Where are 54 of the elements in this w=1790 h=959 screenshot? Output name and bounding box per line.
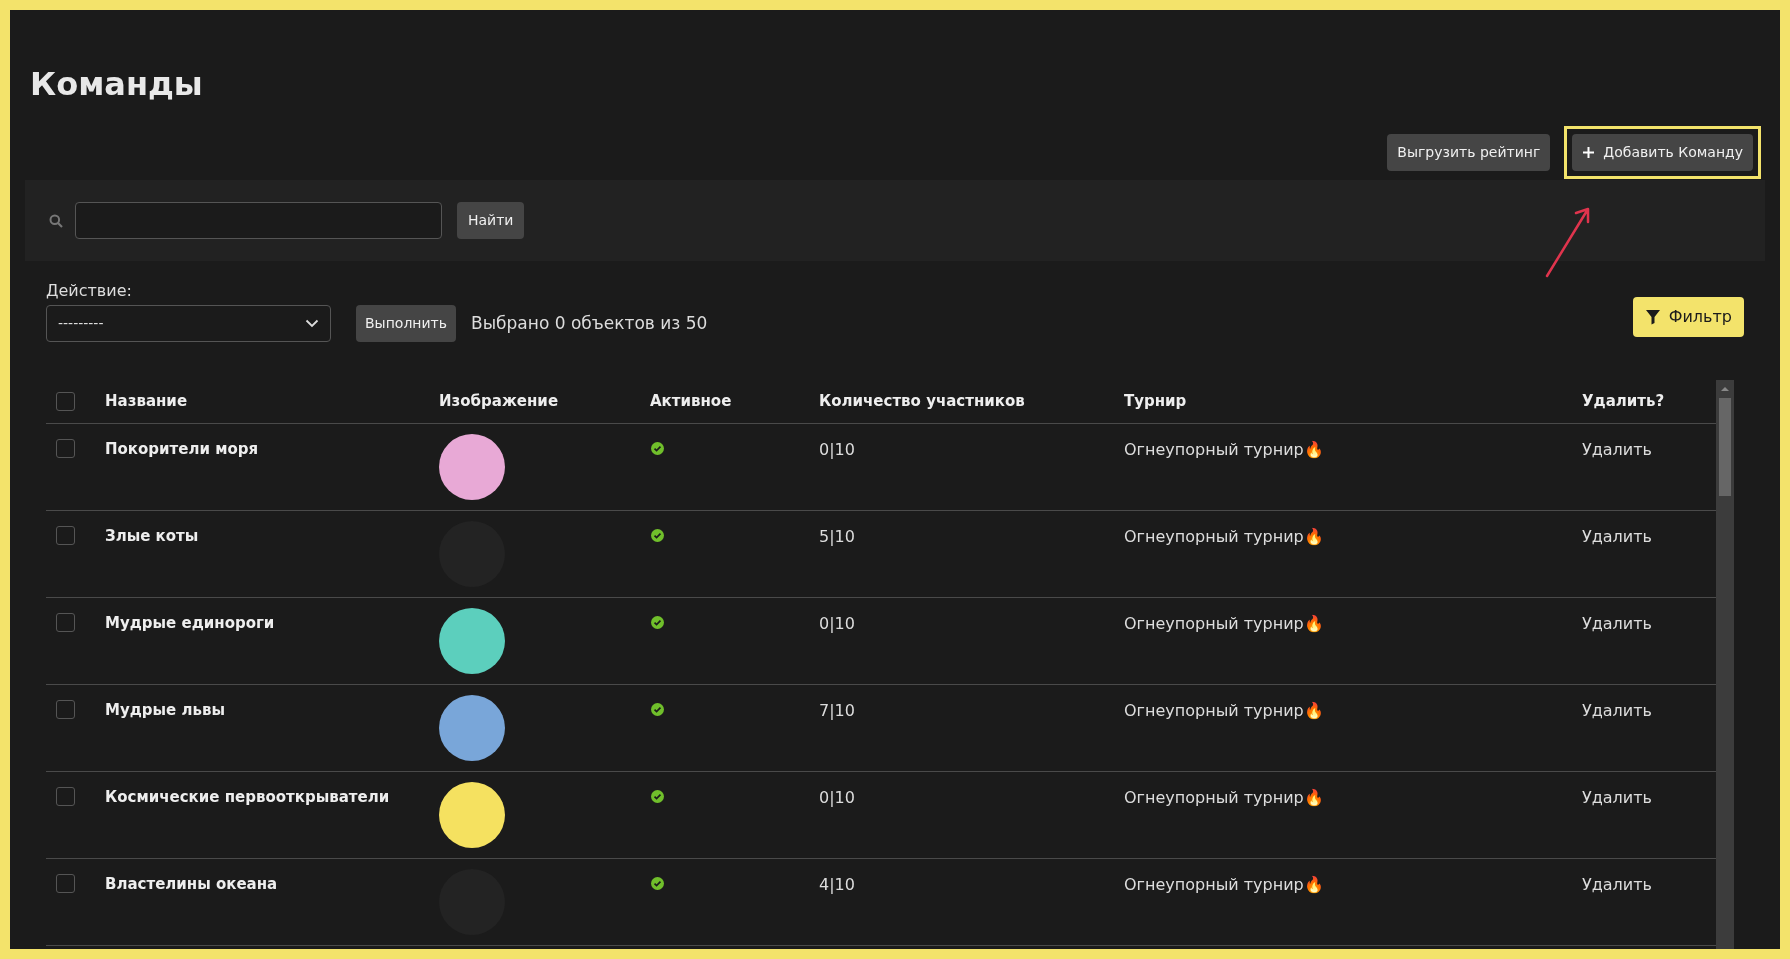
add-team-button[interactable]: Добавить Команду	[1572, 134, 1753, 171]
column-header[interactable]: Количество участников	[819, 390, 1025, 413]
action-label: Действие:	[46, 281, 133, 301]
checkbox[interactable]	[56, 787, 75, 806]
members-count: 0|10	[819, 787, 855, 809]
tournament-name: Огнеупорный турнир🔥	[1124, 787, 1324, 809]
search-field[interactable]	[75, 202, 442, 239]
column-header[interactable]: Название	[105, 390, 188, 413]
funnel-icon	[1644, 309, 1661, 325]
members-count: 0|10	[819, 613, 855, 635]
team-name: Космические первооткрыватели	[105, 787, 390, 808]
team-name: Злые коты	[105, 526, 199, 547]
checkbox[interactable]	[56, 874, 75, 893]
scroll-up-icon[interactable]	[1720, 384, 1730, 394]
delete-link[interactable]: Удалить	[1582, 699, 1652, 723]
action-select[interactable]: ---------	[46, 305, 331, 342]
plus-icon	[1582, 146, 1596, 159]
checkbox[interactable]	[56, 526, 75, 545]
delete-link[interactable]: Удалить	[1582, 786, 1652, 810]
search-icon	[49, 213, 63, 228]
checkbox[interactable]	[56, 439, 75, 458]
selection-count: Выбрано 0 объектов из 50	[471, 311, 708, 335]
page-title: Команды	[29, 64, 204, 105]
members-count: 7|10	[819, 700, 855, 722]
scrollbar[interactable]	[1716, 380, 1734, 949]
checkbox[interactable]	[56, 613, 75, 632]
tournament-name: Огнеупорный турнир🔥	[1124, 874, 1324, 896]
tournament-name: Огнеупорный турнир🔥	[1124, 439, 1324, 461]
team-name: Мудрые львы	[105, 700, 226, 721]
members-count: 0|10	[819, 439, 855, 461]
scrollbar-thumb[interactable]	[1719, 398, 1731, 496]
delete-link[interactable]: Удалить	[1582, 525, 1652, 549]
checkbox[interactable]	[56, 700, 75, 719]
chevron-down-icon	[305, 319, 319, 328]
export-button[interactable]: Выгрузить рейтинг	[1387, 134, 1551, 171]
team-name: Властелины океана	[105, 874, 278, 895]
members-count: 5|10	[819, 526, 855, 548]
team-name: Мудрые единороги	[105, 613, 275, 634]
tournament-name: Огнеупорный турнир🔥	[1124, 700, 1324, 722]
tournament-name: Огнеупорный турнир🔥	[1124, 526, 1324, 548]
search-button[interactable]: Найти	[457, 202, 525, 239]
checkbox[interactable]	[56, 392, 75, 411]
column-header[interactable]: Удалить?	[1582, 390, 1665, 413]
run-button[interactable]: Выполнить	[356, 305, 456, 342]
delete-link[interactable]: Удалить	[1582, 438, 1652, 462]
filter-button[interactable]: Фильтр	[1632, 297, 1744, 337]
column-header[interactable]: Активное	[650, 390, 732, 413]
members-count: 4|10	[819, 874, 855, 896]
delete-link[interactable]: Удалить	[1582, 612, 1652, 636]
column-header[interactable]: Турнир	[1124, 390, 1187, 413]
team-name: Покорители моря	[105, 439, 259, 460]
column-header[interactable]: Изображение	[439, 390, 559, 413]
tournament-name: Огнеупорный турнир🔥	[1124, 613, 1324, 635]
delete-link[interactable]: Удалить	[1582, 873, 1652, 897]
